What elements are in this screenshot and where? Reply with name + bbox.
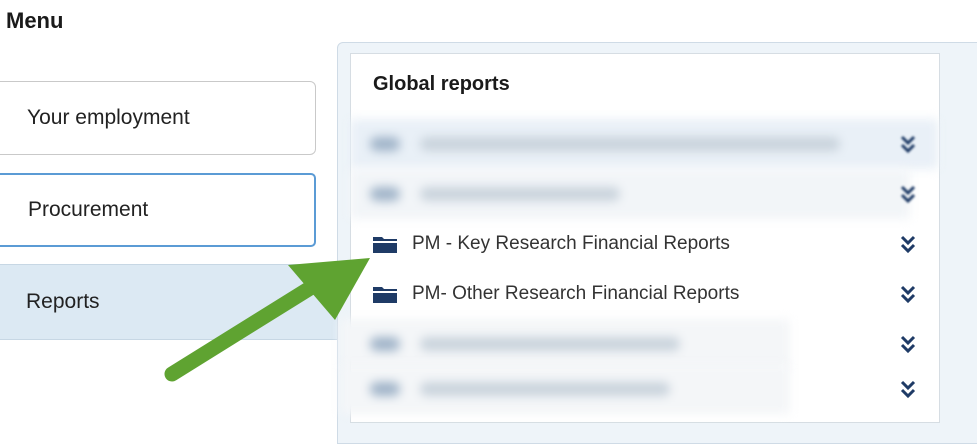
nav-item-your-employment[interactable]: Your employment	[0, 81, 316, 155]
panel-title: Global reports	[373, 73, 510, 95]
report-row-key-research[interactable]: PM - Key Research Financial Reports	[350, 219, 938, 269]
report-row-label: PM- Other Research Financial Reports	[412, 283, 740, 304]
expand-chevron-icon[interactable]	[898, 233, 918, 255]
expand-chevron-icon[interactable]	[898, 378, 918, 400]
annotation-arrow-icon	[164, 258, 370, 382]
expand-chevron-icon[interactable]	[898, 183, 918, 205]
nav-item-label: Reports	[26, 290, 100, 313]
report-row-redacted[interactable]	[350, 169, 938, 219]
nav-item-label: Procurement	[28, 198, 149, 221]
redacted-content	[350, 169, 910, 219]
report-row-redacted[interactable]	[340, 364, 938, 414]
report-row-label: PM - Key Research Financial Reports	[412, 233, 730, 254]
expand-chevron-icon[interactable]	[898, 133, 918, 155]
report-row-redacted[interactable]	[340, 319, 938, 369]
report-row-other-research[interactable]: PM- Other Research Financial Reports	[350, 269, 938, 319]
expand-chevron-icon[interactable]	[898, 333, 918, 355]
redacted-content	[350, 119, 938, 169]
nav-item-label: Your employment	[27, 106, 190, 129]
report-row-redacted[interactable]	[350, 119, 938, 169]
nav-item-procurement[interactable]: Procurement	[0, 173, 316, 247]
redacted-content	[340, 319, 790, 369]
menu-title: Menu	[6, 8, 64, 33]
expand-chevron-icon[interactable]	[898, 283, 918, 305]
redacted-content	[340, 364, 790, 414]
